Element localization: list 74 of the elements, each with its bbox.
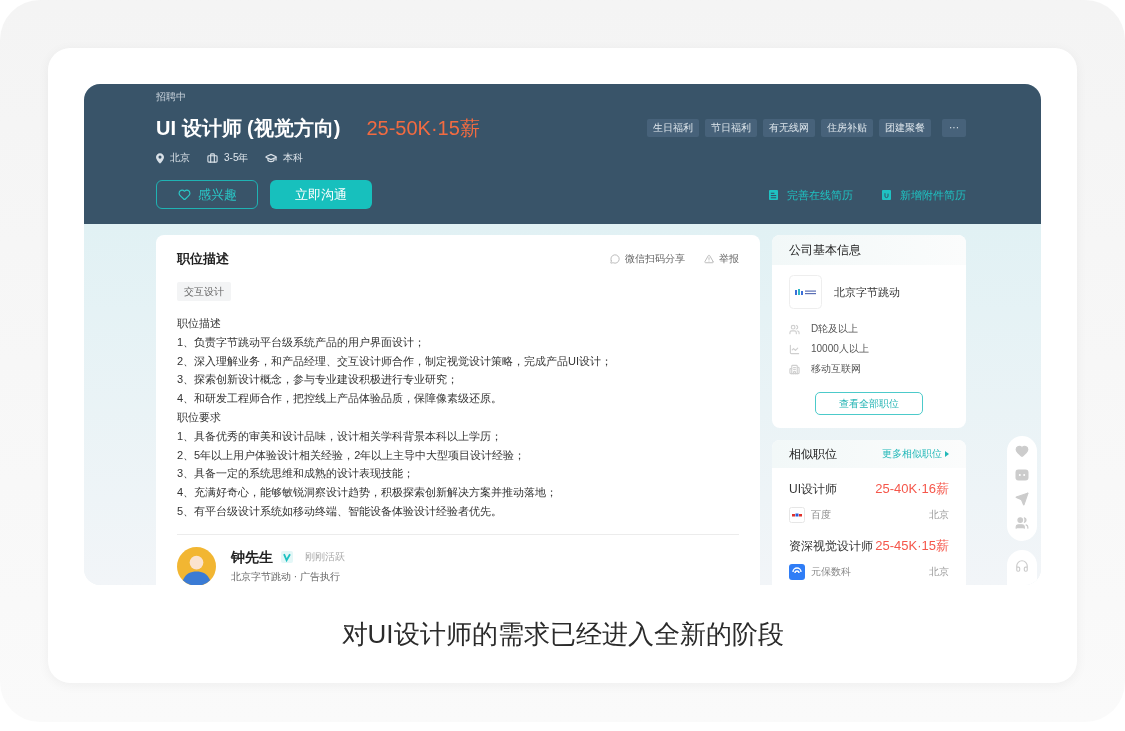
recruiter-company: 北京字节跳动 · 广告执行 [231, 569, 341, 584]
heart-icon[interactable] [1015, 444, 1029, 458]
chat-icon[interactable] [1015, 468, 1029, 482]
similar-job-city: 北京 [929, 565, 949, 579]
report-link[interactable]: 举报 [719, 252, 739, 266]
description-line: 4、充满好奇心，能够敏锐洞察设计趋势，积极探索创新解决方案并推动落地； [177, 485, 559, 501]
resume-link[interactable]: 新增附件简历 [900, 188, 966, 202]
description-line: 3、具备一定的系统思维和成熟的设计表现技能； [177, 466, 416, 482]
benefit-tag: 有无线网 [763, 119, 815, 137]
send-icon[interactable] [1015, 492, 1029, 506]
contacts-icon[interactable] [1015, 516, 1029, 530]
company-logo [789, 507, 805, 523]
people-icon [789, 323, 800, 335]
benefit-tag: 生日福利 [647, 119, 699, 137]
more-similar-jobs-link[interactable]: 更多相似职位 [882, 447, 942, 461]
job-info-text: 北京 [170, 151, 190, 165]
company-fact: D轮及以上 [811, 322, 859, 336]
description-line: 5、有平台级设计系统如移动终端、智能设备体验设计经验者优先。 [177, 503, 504, 519]
similar-job-salary: 25-45K·15薪 [875, 538, 949, 554]
warning-icon [704, 254, 714, 264]
avatar-icon [177, 546, 216, 585]
salary: 25-50K·15薪 [366, 116, 480, 141]
description-line: 1、具备优秀的审美和设计品味，设计相关学科背景本科以上学历； [177, 428, 504, 444]
caret-icon [945, 451, 949, 457]
view-all-jobs-button[interactable]: 查看全部职位 [815, 392, 923, 415]
description-heading: 职位要求 [177, 410, 222, 425]
skill-tag: 交互设计 [177, 282, 231, 301]
description-line: 2、5年以上用户体验设计相关经验，2年以上主导中大型项目设计经验； [177, 447, 527, 463]
benefit-tag: 住房补贴 [821, 119, 873, 137]
benefit-tag: 节日福利 [705, 119, 757, 137]
graduation-cap-icon [265, 152, 278, 164]
headset-icon [1015, 559, 1029, 573]
job-info-text: 3-5年 [224, 151, 249, 165]
card-title: 公司基本信息 [789, 242, 861, 258]
attachment-document-icon [882, 190, 891, 200]
resume-link[interactable]: 完善在线简历 [787, 188, 853, 202]
similar-job-city: 北京 [929, 508, 949, 522]
status-label: 招聘中 [156, 90, 186, 104]
similar-job-title[interactable]: 资深视觉设计师 [789, 538, 873, 554]
description-line: 3、探索创新设计概念，参与专业建设积极进行专业研究； [177, 372, 460, 388]
active-status: 刚刚活跃 [305, 549, 345, 564]
document-icon [769, 190, 778, 200]
similar-job-title[interactable]: UI设计师 [789, 481, 837, 497]
description-line: 1、负责字节跳动平台级系统产品的用户界面设计； [177, 334, 427, 350]
description-line: 4、和研发工程师合作，把控线上产品体验品质，保障像素级还原。 [177, 391, 504, 407]
company-name: 北京字节跳动 [834, 285, 900, 299]
building-icon [789, 363, 800, 375]
verified-icon [281, 550, 293, 563]
benefit-tag: 团建聚餐 [879, 119, 931, 137]
chat-bubble-icon [610, 254, 620, 264]
heart-icon [177, 188, 191, 201]
chat-now-button[interactable]: 立即沟通 [270, 180, 372, 209]
similar-job-salary: 25-40K·16薪 [875, 481, 949, 497]
company-fact: 移动互联网 [811, 362, 861, 376]
caption: 对UI设计师的需求已经进入全新的阶段 [341, 618, 784, 651]
company-logo [789, 275, 822, 309]
job-info-text: 本科 [283, 151, 304, 165]
share-link[interactable]: 微信扫码分享 [625, 252, 685, 266]
section-title: 职位描述 [177, 251, 229, 267]
company-fact: 10000人以上 [811, 342, 869, 356]
similar-job-company: 百度 [811, 508, 831, 522]
company-logo [789, 564, 805, 580]
briefcase-icon [207, 152, 218, 164]
location-pin-icon [156, 152, 164, 164]
description-heading: 职位描述 [177, 316, 222, 331]
recruiter-name: 钟先生 [231, 547, 273, 567]
more-benefits-button[interactable]: ··· [942, 119, 966, 137]
job-title: UI 设计师 (视觉方向) [156, 116, 341, 141]
support-button[interactable] [1007, 550, 1037, 585]
interested-button[interactable]: 感兴趣 [156, 180, 258, 209]
similar-job-company: 元保数科 [811, 565, 851, 579]
card-title: 相似职位 [789, 446, 837, 462]
description-line: 2、深入理解业务，和产品经理、交互设计师合作，制定视觉设计策略，完成产品UI设计； [177, 353, 614, 369]
chart-icon [789, 343, 800, 355]
